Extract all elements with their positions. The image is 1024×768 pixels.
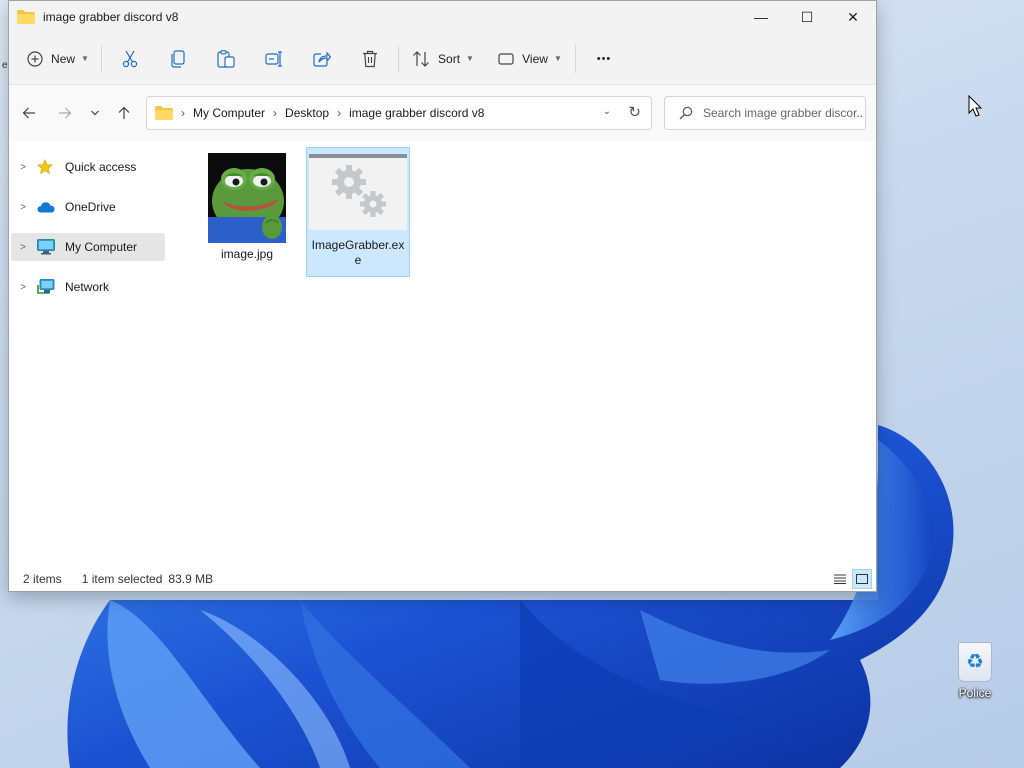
see-more-button[interactable]: •••	[580, 41, 628, 77]
copy-button[interactable]	[154, 41, 202, 77]
back-button[interactable]	[15, 99, 43, 127]
breadcrumb-separator: ›	[181, 106, 185, 120]
command-bar: New ▼ Sort ▼ View ▼ •••	[9, 33, 876, 85]
window-title: image grabber discord v8	[43, 10, 179, 24]
close-button[interactable]: ✕	[830, 1, 876, 33]
frog-image-thumbnail	[208, 153, 286, 243]
monitor-icon	[37, 238, 59, 256]
new-button[interactable]: New ▼	[19, 41, 97, 77]
maximize-button[interactable]: ☐	[784, 1, 830, 33]
recent-locations-button[interactable]	[81, 99, 109, 127]
breadcrumb-desktop[interactable]: Desktop	[285, 106, 329, 120]
recycle-bin-icon: ♻	[958, 642, 992, 682]
recycle-bin-shortcut[interactable]: ♻ Police	[944, 638, 1006, 708]
new-label: New	[51, 51, 76, 66]
share-button[interactable]	[298, 41, 346, 77]
chevron-right-icon[interactable]: >	[13, 282, 33, 293]
details-list-icon	[834, 574, 846, 584]
chevron-down-icon: ▼	[81, 54, 89, 63]
delete-icon	[363, 50, 377, 67]
search-box[interactable]	[664, 96, 866, 130]
chevron-down-icon: ▼	[553, 54, 562, 63]
sidebar-item-network[interactable]: > Network	[11, 273, 165, 301]
sidebar-item-quick-access[interactable]: > Quick access	[11, 153, 165, 181]
network-icon	[37, 278, 59, 296]
search-icon	[679, 106, 693, 120]
details-view-button[interactable]	[830, 569, 850, 589]
selection-status: 1 item selected	[81, 572, 163, 586]
sidebar-item-label: Network	[65, 280, 110, 294]
more-icon: •••	[596, 52, 612, 65]
chevron-right-icon[interactable]: >	[13, 202, 33, 213]
arrow-left-icon	[22, 107, 35, 119]
folder-icon	[155, 106, 173, 120]
cut-icon	[122, 50, 138, 67]
rename-button[interactable]	[250, 41, 298, 77]
mouse-cursor-icon	[968, 95, 983, 117]
file-name: ImageGrabber.exe	[311, 238, 405, 267]
breadcrumb-my-computer[interactable]: My Computer	[193, 106, 265, 120]
gear-app-icon	[309, 154, 407, 230]
cut-button[interactable]	[106, 41, 154, 77]
minimize-button[interactable]: —	[738, 1, 784, 33]
toolbar-divider	[101, 44, 102, 73]
address-history-dropdown-icon[interactable]: ⌄	[603, 106, 611, 117]
breadcrumb-separator: ›	[337, 106, 342, 120]
address-row: › My Computer › Desktop › image grabber …	[9, 85, 876, 141]
chevron-down-icon	[91, 110, 99, 116]
file-name: image.jpg	[220, 247, 274, 261]
sidebar-item-my-computer[interactable]: > My Computer	[11, 233, 165, 261]
view-label: View	[522, 51, 548, 66]
search-input[interactable]	[703, 106, 863, 120]
address-bar[interactable]: › My Computer › Desktop › image grabber …	[146, 96, 652, 130]
chevron-right-icon[interactable]: >	[13, 242, 33, 253]
sidebar-item-onedrive[interactable]: > OneDrive	[11, 193, 165, 221]
toolbar-divider	[398, 44, 399, 73]
sort-button[interactable]: Sort ▼	[403, 41, 483, 77]
navigation-pane: > Quick access > OneDrive > My Computer …	[9, 141, 169, 561]
breadcrumb-current-folder[interactable]: image grabber discord v8	[349, 106, 484, 120]
item-count: 2 items	[23, 572, 62, 586]
star-icon	[37, 158, 59, 176]
up-button[interactable]	[110, 99, 138, 127]
cloud-icon	[37, 198, 59, 216]
delete-button[interactable]	[346, 41, 394, 77]
status-bar: 2 items 1 item selected 83.9 MB	[9, 567, 876, 591]
chevron-right-icon[interactable]: >	[13, 162, 33, 173]
sidebar-item-label: My Computer	[65, 240, 138, 254]
layout-toggle	[830, 569, 872, 589]
desktop-edge-fragment: e	[2, 60, 8, 71]
view-button[interactable]: View ▼	[489, 41, 571, 77]
share-icon	[313, 50, 331, 67]
view-icon	[498, 52, 514, 65]
arrow-up-icon	[118, 106, 130, 119]
rename-icon	[265, 50, 282, 67]
file-item-imagegrabber-exe[interactable]: ImageGrabber.exe	[306, 147, 410, 277]
selection-size: 83.9 MB	[168, 572, 214, 586]
add-icon	[27, 50, 43, 67]
sidebar-item-label: OneDrive	[65, 200, 116, 214]
file-explorer-window: image grabber discord v8 — ☐ ✕ New ▼ Sor…	[8, 0, 877, 592]
folder-icon	[17, 10, 35, 24]
copy-icon	[171, 49, 185, 68]
large-icons-view-button[interactable]	[852, 569, 872, 589]
sort-icon	[413, 50, 429, 67]
title-bar[interactable]: image grabber discord v8 — ☐ ✕	[9, 1, 876, 33]
window-controls: — ☐ ✕	[738, 1, 876, 33]
sort-label: Sort	[438, 51, 461, 66]
paste-icon	[217, 49, 235, 68]
chevron-down-icon: ▼	[466, 54, 474, 63]
forward-button[interactable]	[51, 99, 79, 127]
toolbar-divider	[575, 44, 576, 73]
file-list: image.jpg ImageGrabber.exe	[169, 141, 876, 561]
breadcrumb-separator: ›	[273, 106, 278, 120]
file-item-image-jpg[interactable]: image.jpg	[195, 150, 299, 280]
tiles-view-icon	[856, 574, 868, 584]
sidebar-item-label: Quick access	[65, 160, 137, 174]
arrow-right-icon	[59, 107, 72, 119]
paste-button[interactable]	[202, 41, 250, 77]
refresh-icon[interactable]: ↻	[628, 103, 641, 121]
recycle-bin-label: Police	[958, 686, 992, 700]
